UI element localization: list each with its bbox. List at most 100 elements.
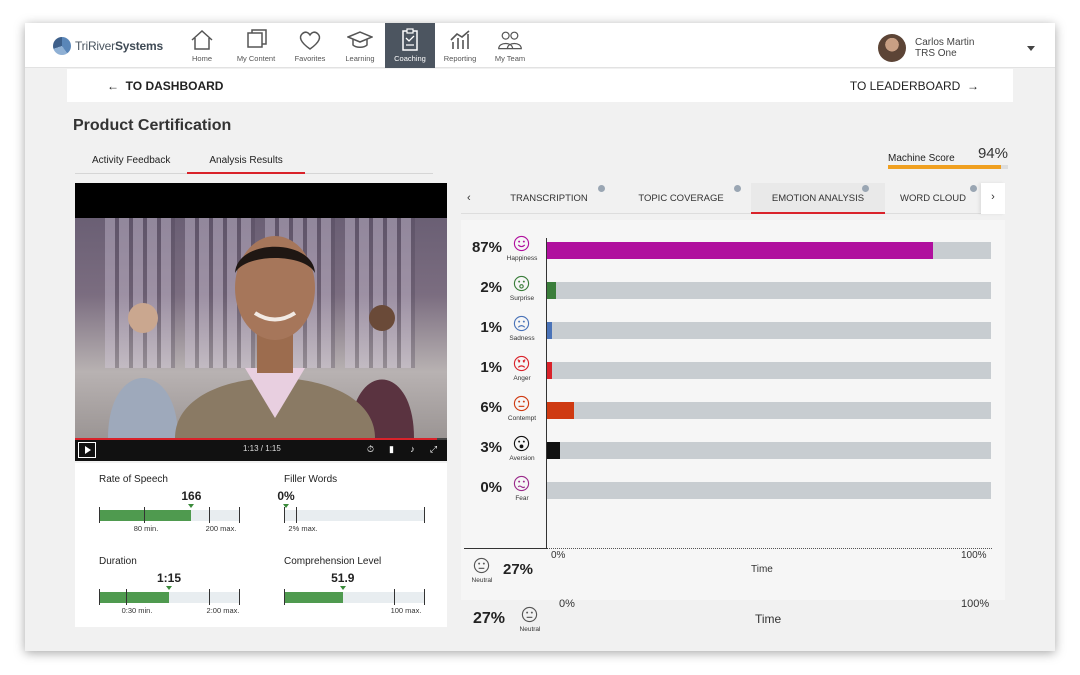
tick-mark <box>296 507 297 523</box>
tick-mark <box>144 507 145 523</box>
tab-label: TRANSCRIPTION <box>510 193 588 204</box>
duplicate-axis-strip: 0% 100% 27% Neutral Time <box>461 598 1005 650</box>
user-menu[interactable]: Carlos Martin TRS One <box>878 34 1035 62</box>
nav-my-team[interactable]: My Team <box>485 23 535 68</box>
emotion-row-surprise: 2% Surprise <box>461 272 1005 308</box>
team-icon <box>498 31 522 50</box>
emotion-bar <box>547 402 574 419</box>
metric-label: Filler Words <box>284 474 338 485</box>
nav-favorites-label: Favorites <box>294 54 326 63</box>
emotion-row-fear: 0% Fear <box>461 472 1005 508</box>
info-dot-icon <box>862 185 869 192</box>
metric-max: 100 max. <box>390 606 422 615</box>
metric-min: 0:30 min. <box>121 606 153 615</box>
tab-word-cloud[interactable]: WORD CLOUD <box>885 183 981 214</box>
to-leaderboard-link[interactable]: TO LEADERBOARD → <box>850 79 979 93</box>
avatar[interactable] <box>878 34 906 62</box>
marker-icon <box>166 586 172 590</box>
nav-coaching[interactable]: Coaching <box>385 23 435 68</box>
analysis-tabs: ‹ TRANSCRIPTION TOPIC COVERAGE EMOTION A… <box>461 183 1005 214</box>
tab-label: EMOTION ANALYSIS <box>771 193 865 204</box>
sub-navigation: ← TO DASHBOARD TO LEADERBOARD → <box>67 69 1013 102</box>
emotion-label: Contempt <box>507 415 537 422</box>
fear-face-icon <box>513 475 530 492</box>
metric-bar <box>99 510 239 521</box>
video-time: 1:13 / 1:15 <box>243 444 281 453</box>
tab-label: TOPIC COVERAGE <box>638 193 724 204</box>
tick-mark <box>99 507 100 523</box>
info-dot-icon <box>970 185 977 192</box>
emotion-label: Sadness <box>509 335 535 342</box>
sadness-face-icon <box>513 315 530 332</box>
marker-icon <box>188 504 195 508</box>
emotion-bar <box>547 442 561 459</box>
emotion-bar-track <box>547 482 991 499</box>
page-title: Product Certification <box>73 117 232 134</box>
emotion-row-sadness: 1% Sadness <box>461 312 1005 348</box>
emotion-value: 1% <box>480 319 502 336</box>
metric-min: 80 min. <box>133 524 159 533</box>
emotion-value: 2% <box>480 279 502 296</box>
metric-fill <box>99 510 192 521</box>
machine-score-fill <box>888 165 1001 169</box>
nav-learning[interactable]: Learning <box>335 23 385 68</box>
emotion-row-aversion: 3% Aversion <box>461 432 1005 468</box>
tab-transcription[interactable]: TRANSCRIPTION <box>485 183 613 214</box>
nav-home[interactable]: Home <box>177 23 227 68</box>
bar-chart-icon <box>450 30 470 49</box>
app-frame: TriRiverSystems Home My Content Favorite… <box>25 23 1055 651</box>
nav-favorites[interactable]: Favorites <box>285 23 335 68</box>
speech-metrics: Rate of Speech 166 80 min. 200 max. Fill… <box>75 463 447 627</box>
result-tabs: Activity Feedback Analysis Results <box>75 149 433 174</box>
tab-analysis-results[interactable]: Analysis Results <box>187 149 305 174</box>
tab-emotion-analysis[interactable]: EMOTION ANALYSIS <box>751 183 885 214</box>
to-dashboard-link[interactable]: ← TO DASHBOARD <box>107 79 223 93</box>
emotion-row-happiness: 87% Happiness <box>461 232 1005 268</box>
metric-label: Comprehension Level <box>284 556 382 567</box>
tab-activity-feedback[interactable]: Activity Feedback <box>75 149 187 174</box>
video-tool-icons: ⏱ ▮ ♪ ⤢ <box>357 442 441 457</box>
nav-my-content[interactable]: My Content <box>227 23 285 68</box>
arrow-left-icon: ← <box>107 79 119 93</box>
nav-learning-label: Learning <box>345 54 375 63</box>
timer-icon[interactable]: ⏱ <box>363 442 378 457</box>
aversion-face-icon <box>513 435 530 452</box>
x-tick-label: 0% <box>559 598 575 610</box>
chevron-right-icon[interactable]: › <box>981 183 1005 214</box>
emotion-bar-track <box>547 322 991 339</box>
tab-topic-coverage[interactable]: TOPIC COVERAGE <box>613 183 749 214</box>
emotion-label: Happiness <box>506 255 538 262</box>
happiness-face-icon <box>513 235 530 252</box>
clipboard-icon <box>402 28 418 51</box>
nav-reporting[interactable]: Reporting <box>435 23 485 68</box>
quality-icon[interactable]: ▮ <box>384 442 399 457</box>
emotion-value: 3% <box>480 439 502 456</box>
metric-fill <box>284 592 343 603</box>
metric-value: 0% <box>277 489 295 503</box>
emotion-row-contempt: 6% Contempt <box>461 392 1005 428</box>
emotion-label: Fear <box>515 495 529 502</box>
emotion-label: Anger <box>513 375 531 382</box>
fullscreen-icon[interactable]: ⤢ <box>426 442 441 457</box>
play-button[interactable] <box>78 442 96 458</box>
neutral-label: Neutral <box>519 626 541 633</box>
chevron-down-icon[interactable] <box>1027 45 1035 51</box>
video-player[interactable]: 1:13 / 1:15 ⏱ ▮ ♪ ⤢ <box>75 183 447 461</box>
user-org: TRS One <box>915 48 957 59</box>
x-tick-label: 100% <box>961 598 990 610</box>
speaker-person-icon <box>175 236 375 438</box>
to-leaderboard-label: TO LEADERBOARD <box>849 79 961 93</box>
emotion-value: 6% <box>480 399 502 416</box>
metric-max: 2% max. <box>288 524 318 533</box>
tick-mark <box>284 589 285 605</box>
chevron-left-icon[interactable]: ‹ <box>467 192 471 204</box>
emotion-bar-track <box>547 282 991 299</box>
emotion-bar <box>547 282 556 299</box>
brand-logo[interactable]: TriRiverSystems <box>53 37 163 55</box>
video-progress-fill <box>75 438 437 440</box>
emotion-bar <box>547 362 552 379</box>
video-progress-bar[interactable] <box>75 438 447 440</box>
x-tick-label: 0% <box>551 550 566 561</box>
tick-mark <box>239 507 240 523</box>
volume-icon[interactable]: ♪ <box>405 442 420 457</box>
